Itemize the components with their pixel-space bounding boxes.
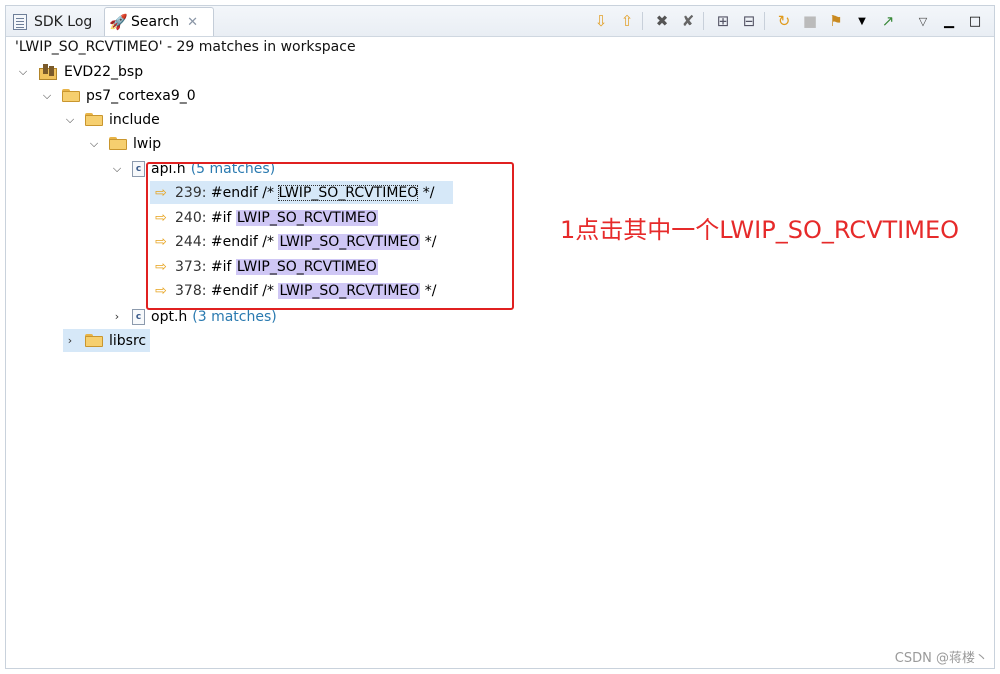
project-label: EVD22_bsp — [64, 63, 144, 80]
remove-selected-icon[interactable]: ✖ — [651, 10, 673, 32]
match-count: (3 matches) — [192, 308, 277, 325]
chevron-right-icon[interactable]: › — [110, 310, 124, 323]
folder-label: lwip — [133, 135, 162, 152]
file-label: opt.h — [151, 308, 188, 325]
tree-item-folder[interactable]: › libsrc — [63, 329, 151, 352]
close-icon[interactable]: ✕ — [187, 15, 198, 30]
dropdown-arrow-icon[interactable]: ▼ — [851, 10, 873, 32]
log-icon — [12, 13, 30, 31]
chevron-down-icon[interactable]: ⌵ — [40, 89, 54, 103]
folder-label: ps7_cortexa9_0 — [86, 87, 196, 104]
tab-sdk-log[interactable]: SDK Log — [8, 8, 104, 36]
c-header-file-icon: c — [132, 160, 145, 177]
tree-item-folder[interactable]: ⌵ lwip — [87, 132, 161, 155]
rerun-search-icon[interactable]: ↻ — [773, 10, 795, 32]
search-status: 'LWIP_SO_RCVTIMEO' - 29 matches in works… — [15, 39, 356, 55]
search-icon: 🚀 — [109, 13, 128, 31]
view-toolbar: ⇩ ⇧ ✖ ✘ ⊞ ⊟ ↻ ■ ⚑ ▼ ↗ ▽ ▁ □ — [586, 10, 986, 32]
toolbar-separator — [764, 12, 765, 30]
toolbar-separator — [642, 12, 643, 30]
toolbar-separator — [703, 12, 704, 30]
chevron-down-icon[interactable]: ⌵ — [110, 162, 124, 176]
cancel-search-icon[interactable]: ■ — [799, 10, 821, 32]
view-menu-icon[interactable]: ▽ — [912, 10, 934, 32]
minimize-icon[interactable]: ▁ — [938, 10, 960, 32]
chevron-down-icon[interactable]: ⌵ — [63, 113, 77, 127]
collapse-all-icon[interactable]: ⊟ — [738, 10, 760, 32]
folder-icon — [62, 89, 80, 102]
previous-match-icon[interactable]: ⇧ — [616, 10, 638, 32]
tree-item-project[interactable]: ⌵ EVD22_bsp — [16, 60, 143, 83]
tree-item-folder[interactable]: ⌵ include — [63, 108, 160, 131]
annotation-text: 1点击其中一个LWIP_SO_RCVTIMEO — [560, 216, 959, 244]
search-history-icon[interactable]: ⚑ — [825, 10, 847, 32]
tab-sdk-log-label: SDK Log — [34, 14, 93, 30]
tree-item-folder[interactable]: ⌵ ps7_cortexa9_0 — [40, 84, 196, 107]
expand-all-icon[interactable]: ⊞ — [712, 10, 734, 32]
c-header-file-icon: c — [132, 308, 145, 325]
folder-label: libsrc — [109, 332, 147, 349]
maximize-icon[interactable]: □ — [964, 10, 986, 32]
remove-all-icon[interactable]: ✘ — [677, 10, 699, 32]
pin-icon[interactable]: ↗ — [877, 10, 899, 32]
annotation-box — [146, 162, 514, 310]
folder-icon — [85, 113, 103, 126]
next-match-icon[interactable]: ⇩ — [590, 10, 612, 32]
folder-label: include — [109, 111, 160, 128]
chevron-down-icon[interactable]: ⌵ — [87, 137, 101, 151]
watermark: CSDN @蒋楼丶 — [894, 651, 988, 666]
chevron-down-icon[interactable]: ⌵ — [16, 65, 30, 79]
project-icon — [38, 63, 58, 81]
tab-search-label: Search — [131, 14, 180, 30]
chevron-right-icon[interactable]: › — [63, 334, 77, 347]
folder-icon — [85, 334, 103, 347]
folder-icon — [109, 137, 127, 150]
toolbar-separator — [903, 12, 904, 30]
tab-search[interactable]: 🚀 Search ✕ — [104, 7, 214, 36]
tab-bar: SDK Log 🚀 Search ✕ ⇩ ⇧ ✖ ✘ ⊞ ⊟ ↻ ■ ⚑ ▼ ↗… — [6, 6, 994, 37]
